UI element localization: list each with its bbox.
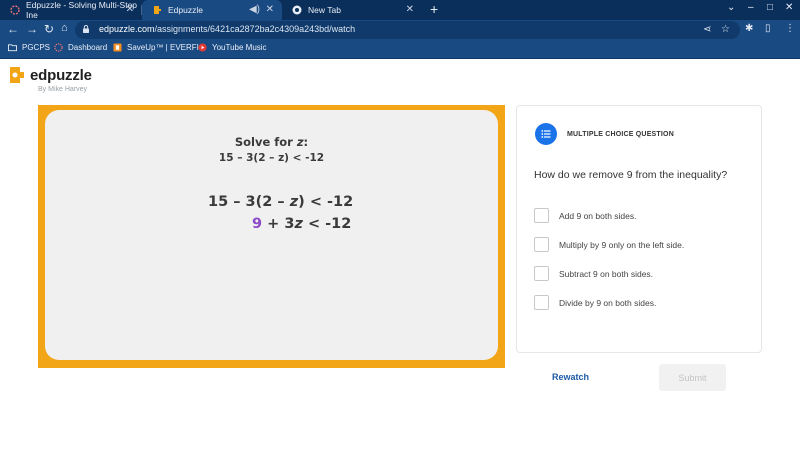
tab-title: Edpuzzle - Solving Multi-Step Ine: [26, 0, 138, 20]
edpuzzle-logo-icon[interactable]: [9, 66, 25, 84]
close-window-icon[interactable]: ✕: [785, 2, 793, 13]
home-icon[interactable]: ⌂: [61, 22, 68, 34]
bookmark-label: Dashboard: [68, 43, 108, 52]
forward-icon[interactable]: →: [26, 22, 38, 36]
bookmark-pgcps[interactable]: PGCPS: [8, 43, 50, 52]
tab-edpuzzle-active[interactable]: Edpuzzle ◀) ✕: [142, 0, 282, 20]
tab-edpuzzle-lesson[interactable]: Edpuzzle - Solving Multi-Step Ine ✕: [0, 0, 142, 20]
option-checkbox[interactable]: [534, 295, 549, 310]
tab-search-icon[interactable]: ⌄: [727, 2, 735, 13]
share-icon[interactable]: ⋖: [703, 24, 711, 35]
question-type-label: MULTIPLE CHOICE QUESTION: [567, 131, 674, 138]
submit-button[interactable]: Submit: [659, 364, 726, 391]
browser-toolbar: ← → ↻ ⌂ edpuzzle.com/assignments/6421ca2…: [0, 20, 800, 40]
option-label: Divide by 9 on both sides.: [559, 297, 657, 308]
menu-kebab-icon[interactable]: ⋮: [785, 23, 795, 34]
option-label: Add 9 on both sides.: [559, 210, 637, 221]
bookmarks-bar: PGCPS Dashboard SaveUp™ | EVERFI... YouT…: [0, 40, 800, 59]
option-checkbox[interactable]: [534, 266, 549, 281]
saveup-icon: [113, 43, 122, 52]
brand-name[interactable]: edpuzzle: [30, 67, 92, 84]
browser-tab-strip: Edpuzzle - Solving Multi-Step Ine ✕ Edpu…: [0, 0, 800, 20]
question-type-badge: [535, 123, 557, 145]
new-tab-button[interactable]: +: [430, 1, 438, 17]
maximize-icon[interactable]: □: [767, 2, 773, 13]
edpuzzle-loading-icon: [10, 5, 20, 15]
problem-title: Solve for z:: [234, 135, 309, 149]
bookmark-label: PGCPS: [22, 43, 51, 52]
option-checkbox[interactable]: [534, 208, 549, 223]
list-icon: [541, 130, 551, 138]
tab-new-tab[interactable]: New Tab ✕: [282, 0, 422, 20]
mute-tab-icon[interactable]: ◀): [249, 4, 260, 15]
tab-title: Edpuzzle: [168, 5, 203, 15]
option-label: Multiply by 9 only on the left side.: [559, 239, 685, 250]
answer-option[interactable]: Divide by 9 on both sides.: [534, 294, 754, 311]
dashboard-icon: [54, 43, 63, 52]
app-header: [0, 60, 800, 90]
edpuzzle-icon: [154, 6, 161, 14]
answer-option[interactable]: Add 9 on both sides.: [534, 207, 754, 224]
url-text: edpuzzle.com/assignments/6421ca2872ba2c4…: [99, 24, 356, 34]
option-label: Subtract 9 on both sides.: [559, 268, 654, 279]
bookmark-label: SaveUp™ | EVERFI...: [127, 43, 206, 52]
bookmark-label: YouTube Music: [212, 43, 267, 52]
video-player[interactable]: Solve for z: 15 – 3(2 – z) < -12 15 – 3(…: [38, 105, 505, 368]
close-tab-icon[interactable]: ✕: [126, 4, 134, 15]
rewatch-button[interactable]: Rewatch: [552, 372, 589, 382]
folder-icon: [8, 44, 17, 52]
problem-equation: 15 – 3(2 – z) < -12: [218, 152, 325, 164]
chrome-icon: [292, 5, 302, 15]
youtube-music-icon: [198, 43, 207, 52]
lock-icon: [83, 25, 89, 33]
reload-icon[interactable]: ↻: [44, 22, 54, 36]
minimize-icon[interactable]: –: [748, 2, 754, 13]
lesson-board: Solve for z: 15 – 3(2 – z) < -12 15 – 3(…: [45, 110, 498, 360]
extensions-icon[interactable]: ✱: [745, 23, 753, 34]
bookmark-star-icon[interactable]: ☆: [721, 24, 730, 35]
close-tab-icon[interactable]: ✕: [406, 4, 414, 15]
video-byline: By Mike Harvey: [38, 86, 88, 93]
answer-option[interactable]: Subtract 9 on both sides.: [534, 265, 754, 282]
question-text: How do we remove 9 from the inequality?: [534, 169, 728, 181]
highlighted-term: 9: [252, 216, 263, 232]
back-icon[interactable]: ←: [7, 22, 19, 36]
close-tab-icon[interactable]: ✕: [266, 4, 274, 15]
answer-option[interactable]: Multiply by 9 only on the left side.: [534, 236, 754, 253]
work-step-1: 15 – 3(2 – z) < -12: [208, 194, 354, 210]
work-step-2: 9 + 3z < -12: [252, 216, 352, 232]
option-checkbox[interactable]: [534, 237, 549, 252]
bookmark-saveup[interactable]: SaveUp™ | EVERFI...: [113, 43, 206, 52]
bookmark-dashboard[interactable]: Dashboard: [54, 43, 107, 52]
address-bar[interactable]: edpuzzle.com/assignments/6421ca2872ba2c4…: [75, 21, 740, 39]
side-panel-icon[interactable]: ▯: [765, 23, 771, 34]
tab-title: New Tab: [308, 5, 341, 15]
bookmark-youtube-music[interactable]: YouTube Music: [198, 43, 267, 52]
